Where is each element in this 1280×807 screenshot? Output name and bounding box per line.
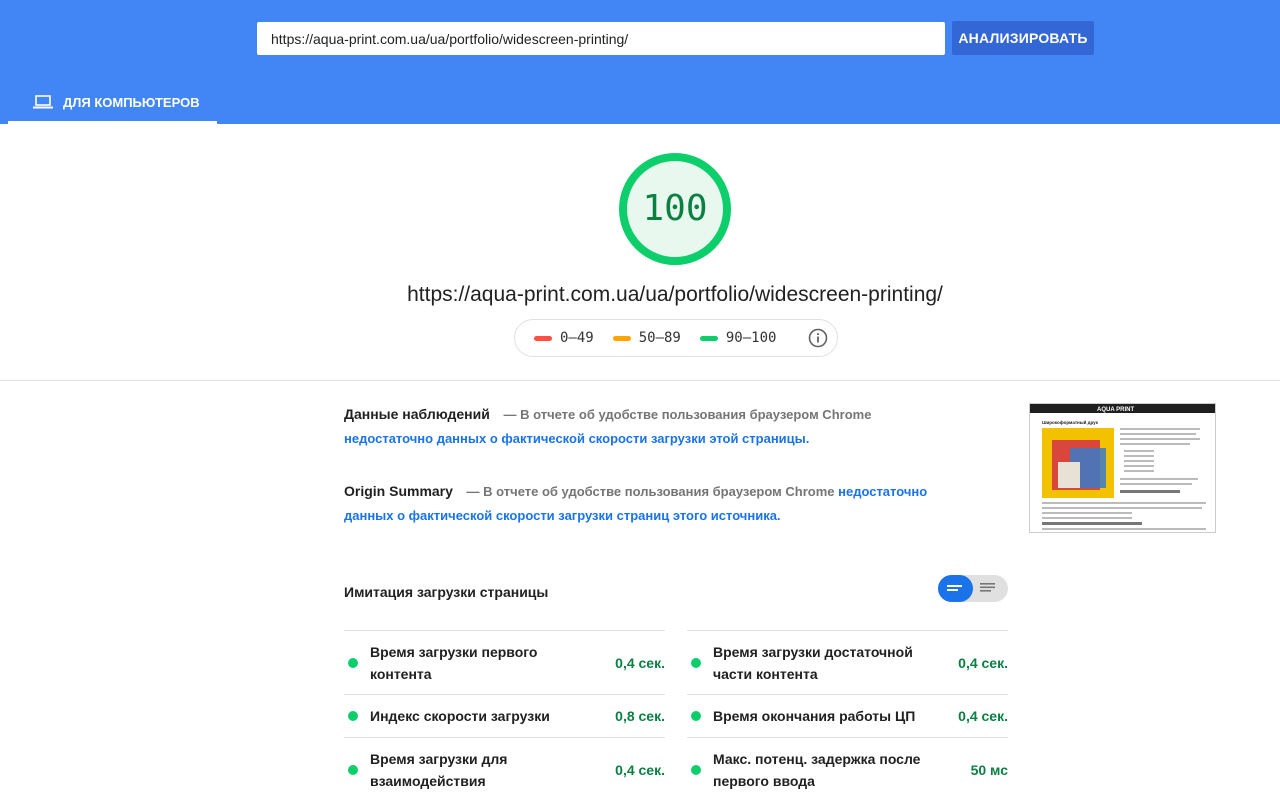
- metric-label: Время окончания работы ЦП: [713, 708, 916, 724]
- pass-indicator: [348, 657, 358, 668]
- origin-summary-text: — В отчете об удобстве пользования брауз…: [466, 484, 835, 499]
- field-data-title: Данные наблюдений: [344, 406, 490, 422]
- compact-view-icon: [947, 585, 962, 591]
- origin-summary-section: Origin Summary — В отчете об удобстве по…: [344, 479, 964, 528]
- pass-indicator: [691, 711, 701, 721]
- legend-item-fail: 0–49: [534, 330, 594, 346]
- legend-bar-green: [699, 335, 718, 341]
- legend-bar-red: [534, 335, 552, 341]
- pass-indicator: [348, 764, 358, 775]
- metric-max-potential-fid: Макс. потенц. задержка после первого вво…: [687, 737, 1008, 801]
- metric-speed-index: Индекс скорости загрузки 0,8 сек.: [344, 694, 665, 737]
- metric-label: Индекс скорости загрузки: [370, 708, 550, 724]
- metric-value: 50 мс: [970, 761, 1008, 778]
- legend-label: 0–49: [560, 330, 594, 346]
- metric-label: Время загрузки достаточной части контент…: [713, 643, 913, 682]
- laptop-icon: [33, 95, 53, 109]
- pass-indicator: [691, 764, 701, 775]
- section-divider: [0, 380, 1280, 381]
- pass-indicator: [691, 657, 701, 668]
- field-data-link[interactable]: недостаточно данных о фактической скорос…: [344, 431, 809, 446]
- metric-value: 0,4 сек.: [615, 654, 665, 671]
- origin-summary-title: Origin Summary: [344, 483, 453, 499]
- metric-value: 0,4 сек.: [615, 761, 665, 778]
- field-data-section: Данные наблюдений — В отчете об удобстве…: [344, 402, 964, 451]
- metric-value: 0,4 сек.: [958, 654, 1008, 671]
- lab-data-title: Имитация загрузки страницы: [344, 584, 549, 600]
- pass-indicator: [348, 711, 358, 721]
- tab-desktop-label: ДЛЯ КОМПЬЮТЕРОВ: [63, 94, 200, 110]
- thumbnail-heading: Широкоформатный друк: [1042, 419, 1099, 425]
- legend-label: 90–100: [725, 330, 777, 346]
- legend-bar-orange: [612, 335, 631, 341]
- metric-first-contentful-paint: Время загрузки первого контента 0,4 сек.: [344, 630, 665, 694]
- page-screenshot-thumbnail: AQUA PRINT Широкоформатный друк: [1029, 403, 1216, 533]
- thumbnail-graphic: AQUA PRINT Широкоформатный друк: [1030, 404, 1215, 530]
- expanded-view-icon[interactable]: [980, 582, 997, 594]
- metric-value: 0,8 сек.: [615, 708, 665, 724]
- view-toggle[interactable]: [938, 575, 1008, 602]
- legend-label: 50–89: [638, 330, 681, 346]
- metric-label: Время загрузки для взаимодействия: [370, 750, 508, 789]
- score-value: 100: [642, 188, 708, 229]
- metric-time-to-interactive: Время загрузки для взаимодействия 0,4 се…: [344, 737, 665, 801]
- metric-label: Время загрузки первого контента: [370, 643, 538, 682]
- tab-desktop[interactable]: ДЛЯ КОМПЬЮТЕРОВ: [8, 80, 217, 124]
- legend-item-average: 50–89: [612, 330, 681, 346]
- analyze-button[interactable]: АНАЛИЗИРОВАТЬ: [952, 21, 1094, 55]
- metric-first-cpu-idle: Время окончания работы ЦП 0,4 сек.: [687, 694, 1008, 737]
- tab-active-indicator: [8, 121, 217, 124]
- metric-first-meaningful-paint: Время загрузки достаточной части контент…: [687, 630, 1008, 694]
- url-input[interactable]: [257, 22, 945, 55]
- metric-label: Макс. потенц. задержка после первого вво…: [713, 750, 921, 789]
- field-data-text: — В отчете об удобстве пользования брауз…: [503, 407, 872, 422]
- legend-item-pass: 90–100: [699, 330, 777, 346]
- score-legend: 0–49 50–89 90–100: [514, 319, 838, 357]
- info-icon[interactable]: [808, 328, 828, 348]
- metric-value: 0,4 сек.: [958, 708, 1008, 724]
- header-bar: АНАЛИЗИРОВАТЬ ДЛЯ КОМПЬЮТЕРОВ: [0, 0, 1280, 124]
- tested-url: https://aqua-print.com.ua/ua/portfolio/w…: [407, 283, 943, 306]
- thumbnail-brand: AQUA PRINT: [1097, 407, 1134, 413]
